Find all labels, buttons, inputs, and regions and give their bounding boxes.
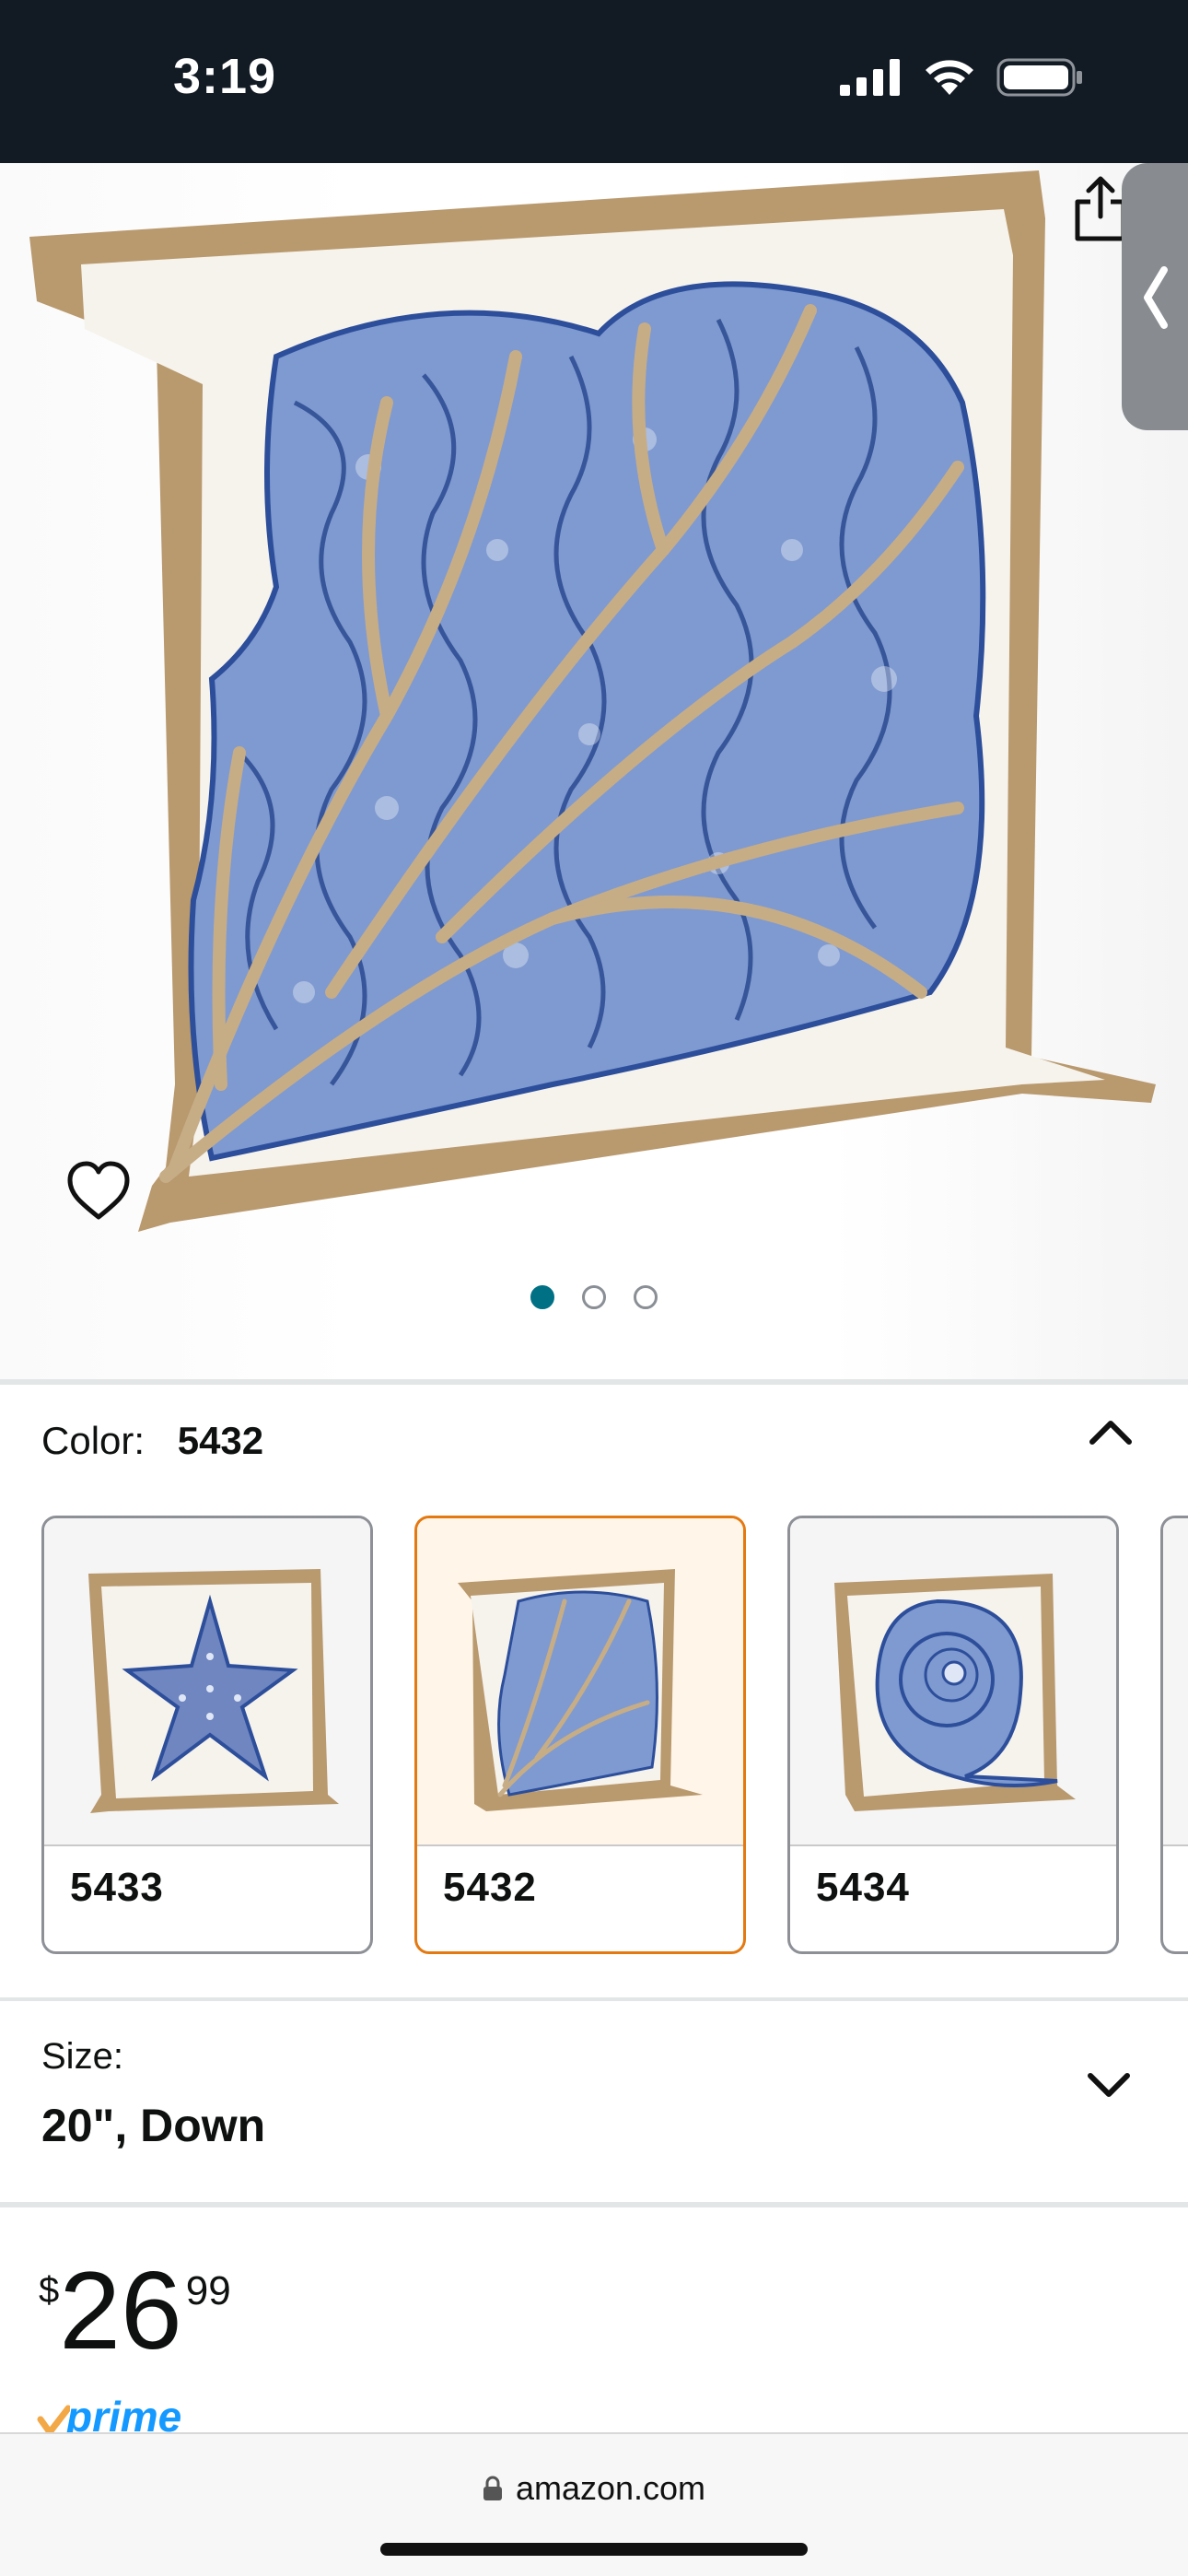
pager-dot-3[interactable] [634,1285,658,1309]
home-indicator[interactable] [380,2543,808,2556]
color-label: Color: [41,1419,146,1462]
nautilus-shell-pillow-image [834,1574,1076,1811]
color-option-more[interactable] [1160,1516,1188,1954]
chevron-left-icon [1144,266,1168,329]
coral-pillow-thumbnail [458,1569,703,1811]
battery-icon [996,58,1082,97]
url-text: amazon.com [515,2469,706,2507]
divider [0,1997,1188,2001]
divider [0,2202,1188,2207]
price-fraction: 99 [185,2268,231,2313]
color-value: 5432 [177,1419,264,1462]
divider [0,1379,1188,1385]
color-swatches: 5433 5432 5434 [41,1516,1188,1956]
image-pager [0,1285,1188,1309]
size-label: Size: [41,2036,123,2077]
coral-pillow-image [29,170,1156,1232]
color-option-5434[interactable]: 5434 [787,1516,1119,1954]
starfish-pillow-image [88,1569,339,1813]
signal-icon [840,59,900,96]
heart-icon[interactable] [64,1158,133,1226]
wifi-icon [926,60,973,95]
status-icons [840,57,1085,98]
chevron-down-icon[interactable] [1085,2067,1133,2103]
side-panel-handle[interactable] [1122,163,1188,430]
color-selector-header[interactable]: Color: 5432 [41,1419,263,1463]
color-option-5432[interactable]: 5432 [414,1516,746,1954]
product-image-gallery[interactable] [0,163,1188,1379]
status-time: 3:19 [173,49,277,104]
prime-check-icon [37,2405,70,2432]
pager-dot-1[interactable] [530,1285,554,1309]
url-display[interactable]: amazon.com [0,2469,1188,2508]
color-option-label: 5434 [816,1865,910,1910]
browser-url-bar[interactable]: amazon.com [0,2432,1188,2576]
color-option-label: 5432 [443,1865,537,1910]
color-option-label: 5433 [70,1865,164,1910]
status-bar: 3:19 [0,0,1188,163]
price-currency: $ [39,2270,60,2311]
pager-dot-2[interactable] [582,1285,606,1309]
size-value[interactable]: 20", Down [41,2099,265,2152]
chevron-up-icon[interactable] [1087,1414,1135,1451]
prime-label: prime [66,2395,182,2432]
lock-icon [483,2476,502,2500]
color-option-5433[interactable]: 5433 [41,1516,373,1954]
prime-badge: prime [37,2395,221,2432]
price: $ 26 99 [39,2255,231,2366]
price-whole: 26 [59,2249,182,2372]
